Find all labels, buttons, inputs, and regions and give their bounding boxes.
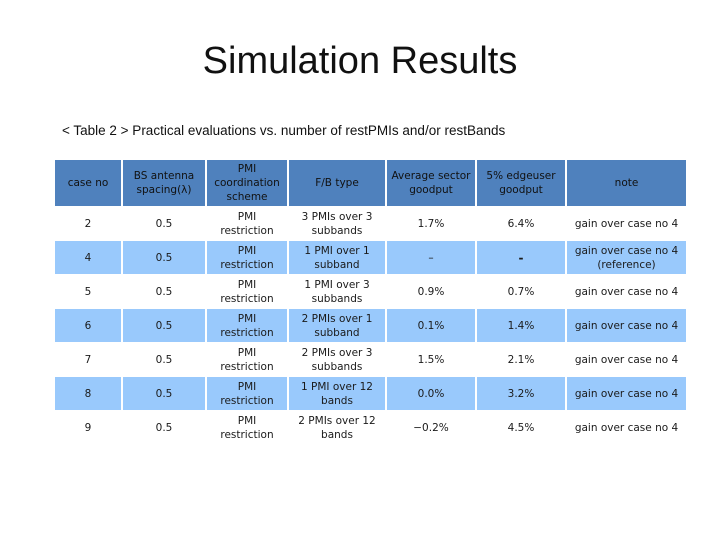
cell-case-no: 5 bbox=[55, 275, 121, 308]
cell-avg-goodput: 1.7% bbox=[387, 207, 475, 240]
table-header-row: case no BS antenna spacing(λ) PMI coordi… bbox=[55, 160, 686, 206]
cell-edge-goodput: 1.4% bbox=[477, 309, 565, 342]
cell-scheme: PMI restriction bbox=[207, 241, 287, 274]
cell-note: gain over case no 4 bbox=[567, 275, 686, 308]
cell-avg-goodput: – bbox=[387, 241, 475, 274]
results-table: case no BS antenna spacing(λ) PMI coordi… bbox=[53, 159, 688, 445]
cell-spacing: 0.5 bbox=[123, 207, 205, 240]
cell-scheme: PMI restriction bbox=[207, 207, 287, 240]
table-row: 8 0.5 PMI restriction 1 PMI over 12 band… bbox=[55, 377, 686, 410]
cell-case-no: 4 bbox=[55, 241, 121, 274]
slide-title: Simulation Results bbox=[202, 40, 518, 82]
cell-avg-goodput: 0.0% bbox=[387, 377, 475, 410]
cell-case-no: 6 bbox=[55, 309, 121, 342]
column-header-fb-type: F/B type bbox=[289, 160, 385, 206]
cell-edge-goodput: 6.4% bbox=[477, 207, 565, 240]
cell-case-no: 9 bbox=[55, 411, 121, 444]
cell-edge-goodput: 0.7% bbox=[477, 275, 565, 308]
cell-note: gain over case no 4 bbox=[567, 309, 686, 342]
cell-edge-goodput: 4.5% bbox=[477, 411, 565, 444]
cell-edge-goodput: - bbox=[477, 241, 565, 274]
cell-spacing: 0.5 bbox=[123, 309, 205, 342]
cell-fb-type: 2 PMIs over 1 subband bbox=[289, 309, 385, 342]
cell-scheme: PMI restriction bbox=[207, 343, 287, 376]
column-header-note: note bbox=[567, 160, 686, 206]
cell-fb-type: 1 PMI over 12 bands bbox=[289, 377, 385, 410]
cell-scheme: PMI restriction bbox=[207, 309, 287, 342]
cell-edge-goodput: 3.2% bbox=[477, 377, 565, 410]
table-row: 7 0.5 PMI restriction 2 PMIs over 3 subb… bbox=[55, 343, 686, 376]
table-row: 9 0.5 PMI restriction 2 PMIs over 12 ban… bbox=[55, 411, 686, 444]
table-caption: < Table 2 > Practical evaluations vs. nu… bbox=[62, 123, 506, 138]
table-row: 4 0.5 PMI restriction 1 PMI over 1 subba… bbox=[55, 241, 686, 274]
table-row: 5 0.5 PMI restriction 1 PMI over 3 subba… bbox=[55, 275, 686, 308]
cell-note: gain over case no 4 bbox=[567, 343, 686, 376]
cell-fb-type: 1 PMI over 3 subbands bbox=[289, 275, 385, 308]
cell-note: gain over case no 4 (reference) bbox=[567, 241, 686, 274]
cell-fb-type: 1 PMI over 1 subband bbox=[289, 241, 385, 274]
cell-scheme: PMI restriction bbox=[207, 377, 287, 410]
cell-note: gain over case no 4 bbox=[567, 411, 686, 444]
cell-case-no: 7 bbox=[55, 343, 121, 376]
cell-fb-type: 2 PMIs over 3 subbands bbox=[289, 343, 385, 376]
cell-case-no: 2 bbox=[55, 207, 121, 240]
cell-spacing: 0.5 bbox=[123, 377, 205, 410]
cell-spacing: 0.5 bbox=[123, 411, 205, 444]
cell-scheme: PMI restriction bbox=[207, 411, 287, 444]
cell-avg-goodput: −0.2% bbox=[387, 411, 475, 444]
column-header-avg-goodput: Average sector goodput bbox=[387, 160, 475, 206]
cell-fb-type: 2 PMIs over 12 bands bbox=[289, 411, 385, 444]
cell-spacing: 0.5 bbox=[123, 343, 205, 376]
table-row: 6 0.5 PMI restriction 2 PMIs over 1 subb… bbox=[55, 309, 686, 342]
cell-edge-goodput: 2.1% bbox=[477, 343, 565, 376]
cell-note: gain over case no 4 bbox=[567, 377, 686, 410]
cell-case-no: 8 bbox=[55, 377, 121, 410]
cell-spacing: 0.5 bbox=[123, 275, 205, 308]
column-header-edge-goodput: 5% edgeuser goodput bbox=[477, 160, 565, 206]
cell-scheme: PMI restriction bbox=[207, 275, 287, 308]
cell-fb-type: 3 PMIs over 3 subbands bbox=[289, 207, 385, 240]
cell-note: gain over case no 4 bbox=[567, 207, 686, 240]
table-row: 2 0.5 PMI restriction 3 PMIs over 3 subb… bbox=[55, 207, 686, 240]
cell-avg-goodput: 0.9% bbox=[387, 275, 475, 308]
cell-avg-goodput: 1.5% bbox=[387, 343, 475, 376]
column-header-pmi-scheme: PMI coordination scheme bbox=[207, 160, 287, 206]
cell-spacing: 0.5 bbox=[123, 241, 205, 274]
column-header-case-no: case no bbox=[55, 160, 121, 206]
cell-avg-goodput: 0.1% bbox=[387, 309, 475, 342]
column-header-antenna-spacing: BS antenna spacing(λ) bbox=[123, 160, 205, 206]
